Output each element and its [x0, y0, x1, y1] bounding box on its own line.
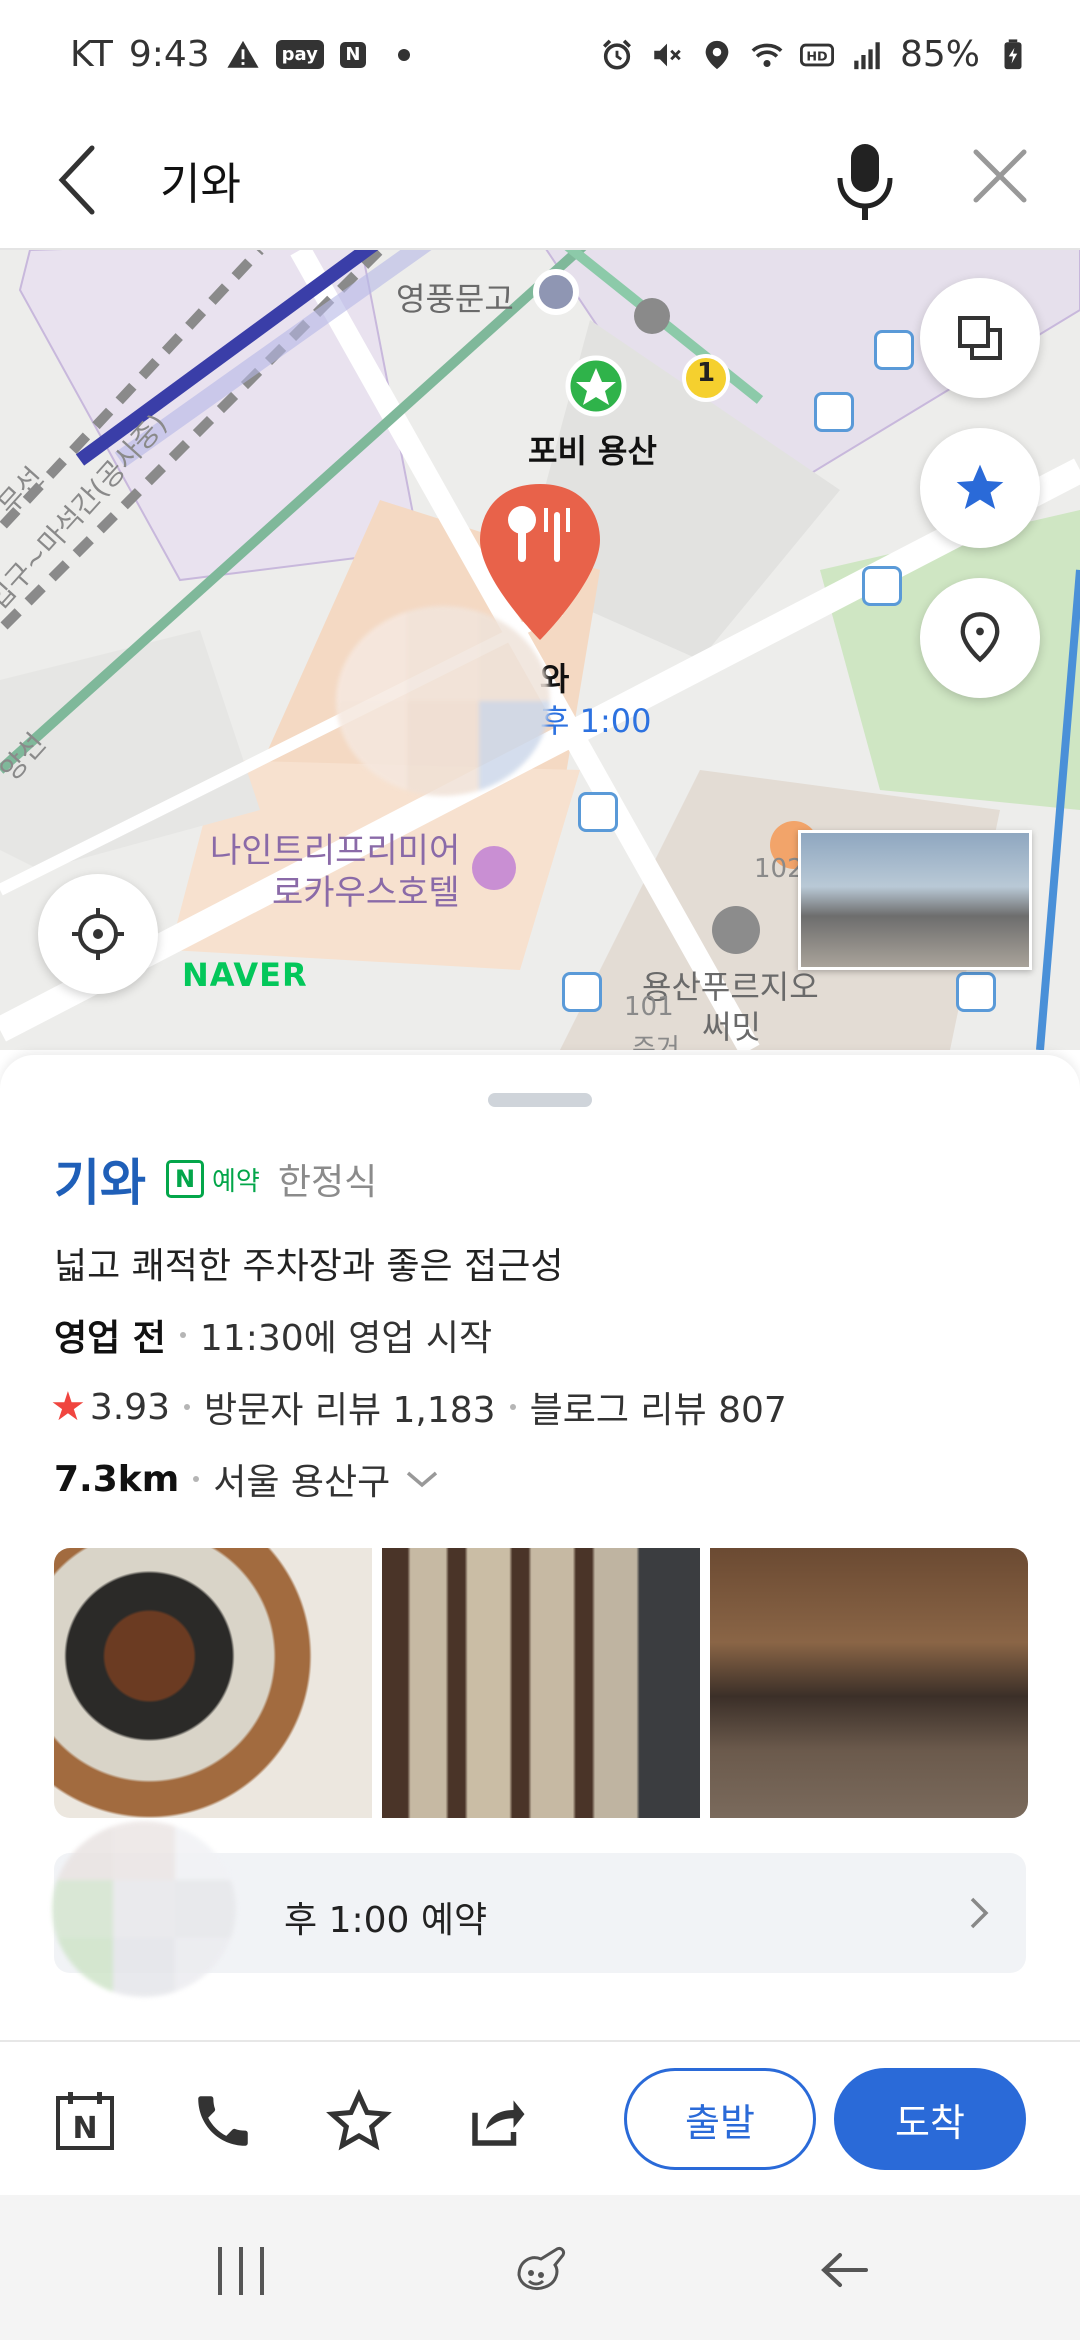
map-label-marker-time: 후 1:00 [540, 702, 652, 740]
star-outline-icon[interactable] [326, 2088, 392, 2154]
distance-row[interactable]: 7.3km 서울 용산구 [54, 1453, 440, 1505]
status-time: 9:43 [128, 34, 210, 75]
depart-button[interactable]: 출발 [624, 2068, 816, 2170]
map-pin-icon [960, 612, 1000, 663]
map-label-station[interactable]: 포비 용산 [528, 426, 657, 472]
region-name: 서울 용산구 [213, 1462, 391, 1503]
share-icon[interactable] [464, 2088, 530, 2154]
place-title-row: 기와 N 예약 한정식 [54, 1143, 377, 1215]
home-dog-icon[interactable] [505, 2235, 575, 2305]
naver-logo: NAVER [182, 956, 308, 994]
signal-icon [854, 41, 880, 69]
favorites-map-button[interactable] [920, 428, 1040, 548]
bus-stop-icon[interactable] [874, 330, 914, 370]
naver-n-glyph: N [72, 2111, 97, 2146]
open-time-info: 11:30에 영업 시작 [199, 1318, 493, 1359]
photo-gallery [54, 1548, 1028, 1818]
arrive-button[interactable]: 도착 [834, 2068, 1026, 2170]
rating-score: 3.93 [89, 1386, 171, 1428]
map-label-hotel-line1[interactable]: 나인트리프리미어 [210, 830, 460, 872]
phone-icon[interactable] [190, 2088, 256, 2154]
carrier-label: KT [70, 34, 113, 75]
star-filled-icon [956, 464, 1004, 509]
separator-dot [184, 1404, 191, 1410]
distance-value: 7.3km [54, 1458, 180, 1500]
photo-interior-shelves[interactable] [382, 1548, 700, 1818]
blog-reviews[interactable]: 블로그 리뷰 807 [530, 1381, 787, 1433]
status-bar: KT 9:43 pay N HD 85% [0, 0, 1080, 112]
pay-icon: pay [275, 40, 324, 69]
microphone-icon[interactable] [830, 132, 900, 228]
recent-apps-icon[interactable] [206, 2235, 276, 2305]
bus-stop-icon[interactable] [814, 392, 854, 432]
bus-stop-icon[interactable] [562, 972, 602, 1012]
separator-dot [509, 1404, 516, 1410]
rating-row[interactable]: ★ 3.93 방문자 리뷰 1,183 블로그 리뷰 807 [50, 1381, 787, 1433]
separator-dot [193, 1476, 200, 1482]
wifi-icon [751, 43, 783, 67]
status-right: HD 85% [600, 34, 1030, 75]
battery-level: 85% [899, 34, 980, 75]
map-label-number-101: 101 [624, 992, 674, 1022]
back-arrow-icon[interactable] [52, 142, 108, 218]
warning-icon [227, 40, 259, 68]
place-bottom-sheet[interactable]: 기와 N 예약 한정식 넓고 쾌적한 주차장과 좋은 접근성 영업 전 11:3… [0, 1055, 1080, 2040]
screen: KT 9:43 pay N HD 85% 기와 영풍문고 포비 용산 1 무선 … [0, 0, 1080, 2340]
reservation-time: 후 1:00 예약 [284, 1900, 488, 1941]
back-nav-icon[interactable] [810, 2235, 880, 2305]
separator-dot [179, 1332, 186, 1338]
blurred-area [52, 1821, 236, 1997]
map-label-number-102: 102 [754, 854, 804, 884]
chevron-right-icon [970, 1897, 989, 1929]
map-label-mall-line2[interactable]: 써밋 [702, 1002, 761, 1048]
reservation-row[interactable]: 후 1:00 예약 [52, 1821, 1026, 1997]
location-icon [705, 40, 729, 69]
map-view[interactable]: 영풍문고 포비 용산 1 무선 대입구~마석간(공사중) 앙선 와 후 1:00… [0, 250, 1080, 1050]
place-category: 한정식 [277, 1162, 378, 1203]
blurred-area [336, 606, 550, 796]
map-layer-button[interactable] [920, 278, 1040, 398]
bus-stop-icon[interactable] [578, 792, 618, 832]
mute-icon [654, 43, 681, 66]
reservation-badge-label: 예약 [212, 1166, 260, 1197]
svg-text:HD: HD [806, 49, 827, 64]
battery-icon [1004, 38, 1022, 69]
map-label-hotel-line2[interactable]: 로카우스호텔 [272, 872, 460, 914]
bus-stop-icon[interactable] [862, 566, 902, 606]
place-description: 넓고 쾌적한 주차장과 좋은 접근성 [54, 1246, 564, 1287]
search-header: 기와 [0, 112, 1080, 250]
system-nav-bar [0, 2195, 1080, 2340]
close-icon[interactable] [970, 146, 1030, 206]
naver-reservation-calendar-icon[interactable]: N [52, 2088, 118, 2154]
business-status: 영업 전 [54, 1318, 166, 1359]
sheet-drag-handle[interactable] [488, 1093, 592, 1107]
status-left: KT 9:43 pay N [70, 34, 410, 75]
alarm-icon [602, 39, 631, 70]
map-label-bookstore[interactable]: 영풍문고 [396, 274, 514, 320]
photo-food[interactable] [54, 1548, 372, 1818]
photo-dining-room[interactable] [710, 1548, 1028, 1818]
street-view-thumbnail[interactable] [798, 830, 1032, 970]
visitor-reviews[interactable]: 방문자 리뷰 1,183 [204, 1381, 496, 1433]
hd-voice-icon: HD [799, 43, 834, 66]
business-hours[interactable]: 영업 전 11:30에 영업 시작 [54, 1309, 492, 1361]
chevron-down-icon[interactable] [404, 1467, 440, 1491]
current-location-button[interactable] [38, 874, 158, 994]
map-label-line-number: 1 [697, 358, 716, 388]
star-rating-icon: ★ [50, 1384, 86, 1430]
layers-icon [958, 316, 1002, 360]
more-notifications-dot-icon [397, 48, 410, 61]
search-query-text[interactable]: 기와 [160, 148, 241, 212]
bus-stop-icon[interactable] [956, 972, 996, 1012]
reservation-badge: N 예약 [166, 1156, 260, 1202]
map-label-residential: 주거 [632, 1034, 680, 1050]
crosshair-icon [72, 908, 124, 960]
nearby-places-button[interactable] [920, 578, 1040, 698]
place-name[interactable]: 기와 [54, 1143, 146, 1215]
naver-notification-icon: N [339, 41, 366, 68]
action-bar: N 출발 도착 [0, 2040, 1080, 2195]
naver-reservation-icon: N [166, 1160, 204, 1198]
